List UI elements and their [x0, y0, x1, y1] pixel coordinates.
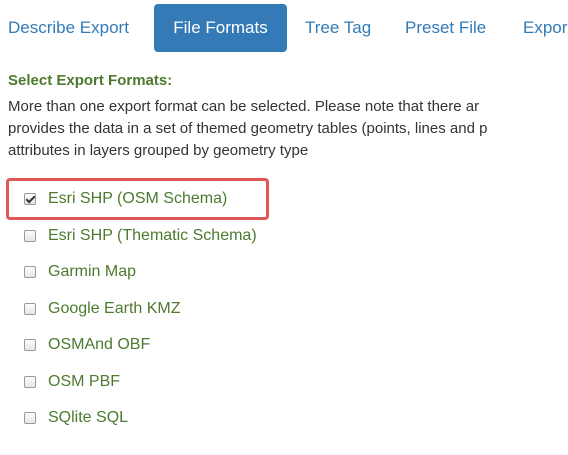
checkbox[interactable]: [24, 266, 36, 278]
checkbox-checked[interactable]: [24, 193, 36, 205]
format-label: OSM PBF: [48, 373, 121, 390]
format-option-sqlite-sql[interactable]: SQlite SQL: [24, 400, 128, 436]
checkbox[interactable]: [24, 376, 36, 388]
export-wizard: Describe Export File Formats Tree Tag Pr…: [0, 0, 568, 455]
checkbox[interactable]: [24, 230, 36, 242]
format-label: Google Earth KMZ: [48, 300, 181, 317]
section-title: Select Export Formats:: [8, 72, 173, 89]
format-option-google-earth-kmz[interactable]: Google Earth KMZ: [24, 291, 181, 327]
format-label: Esri SHP (Thematic Schema): [48, 227, 257, 244]
checkbox[interactable]: [24, 303, 36, 315]
format-option-garmin-map[interactable]: Garmin Map: [24, 254, 136, 290]
description-line: provides the data in a set of themed geo…: [8, 120, 488, 137]
checkbox[interactable]: [24, 412, 36, 424]
description-line: More than one export format can be selec…: [8, 98, 480, 115]
tab-tree-tag[interactable]: Tree Tag: [305, 4, 371, 52]
format-option-osm-pbf[interactable]: OSM PBF: [24, 364, 120, 400]
export-formats-description: More than one export format can be selec…: [8, 96, 568, 162]
format-option-esri-shp-osm[interactable]: Esri SHP (OSM Schema): [24, 181, 227, 217]
tab-file-formats[interactable]: File Formats: [154, 4, 287, 52]
format-option-osmand-obf[interactable]: OSMAnd OBF: [24, 327, 150, 363]
format-label: Garmin Map: [48, 263, 137, 280]
format-label: Esri SHP (OSM Schema): [48, 190, 228, 207]
tab-export[interactable]: Expor: [523, 4, 567, 52]
description-line: attributes in layers grouped by geometry…: [8, 142, 309, 159]
format-label: SQlite SQL: [48, 409, 129, 426]
tab-preset-file[interactable]: Preset File: [405, 4, 486, 52]
tab-describe-export[interactable]: Describe Export: [8, 4, 129, 52]
wizard-tabs: Describe Export File Formats Tree Tag Pr…: [0, 0, 568, 56]
checkbox[interactable]: [24, 339, 36, 351]
format-label: OSMAnd OBF: [48, 336, 151, 353]
format-option-esri-shp-thematic[interactable]: Esri SHP (Thematic Schema): [24, 218, 257, 254]
